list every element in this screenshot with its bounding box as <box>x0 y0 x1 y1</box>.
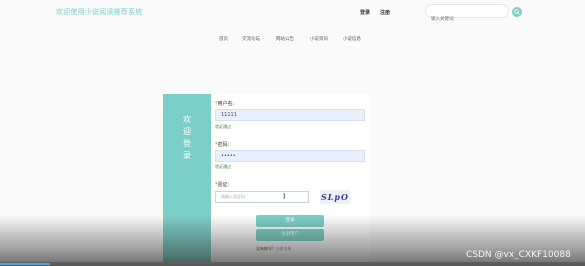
register-link[interactable]: 注册 <box>380 9 390 16</box>
nav-item-announcements[interactable]: 网站公告 <box>276 36 294 42</box>
watermark: CSDN @vx_CXKF10088 <box>466 250 571 260</box>
login-link[interactable]: 登录 <box>360 9 370 16</box>
username-valid-msg: 验证通过 <box>215 124 231 129</box>
text-cursor-icon: I <box>283 192 286 201</box>
password-field[interactable]: ••••• <box>215 150 365 162</box>
nav-item-forum[interactable]: 交流论坛 <box>242 36 260 42</box>
password-valid-msg: 验证通过 <box>215 164 231 169</box>
username-label: *用户名: <box>215 101 235 107</box>
captcha-label: *验证: <box>215 182 230 188</box>
captcha-image[interactable]: SLpO <box>320 190 350 204</box>
nav-item-novels[interactable]: 小说信息 <box>343 36 361 42</box>
username-field[interactable]: 11111 <box>215 109 365 121</box>
captcha-field[interactable]: 请输入验证码 <box>215 191 309 203</box>
search-icon <box>514 9 520 15</box>
search-button[interactable] <box>512 7 522 17</box>
main-nav: 首页 交流论坛 网站公告 小说资讯 小说信息 <box>0 36 585 46</box>
video-progress-fill <box>0 263 50 265</box>
header: 欢迎使用小说阅读推荐系统 登录 注册 <box>0 0 585 26</box>
site-title: 欢迎使用小说阅读推荐系统 <box>56 8 143 16</box>
video-progress-track[interactable] <box>0 262 585 266</box>
login-side-title: 欢迎登录 <box>183 115 191 160</box>
nav-item-news[interactable]: 小说资讯 <box>310 36 328 42</box>
search-box[interactable] <box>425 4 509 26</box>
password-label: *密码: <box>215 142 230 148</box>
nav-item-home[interactable]: 首页 <box>219 36 228 42</box>
search-input[interactable] <box>426 13 509 26</box>
